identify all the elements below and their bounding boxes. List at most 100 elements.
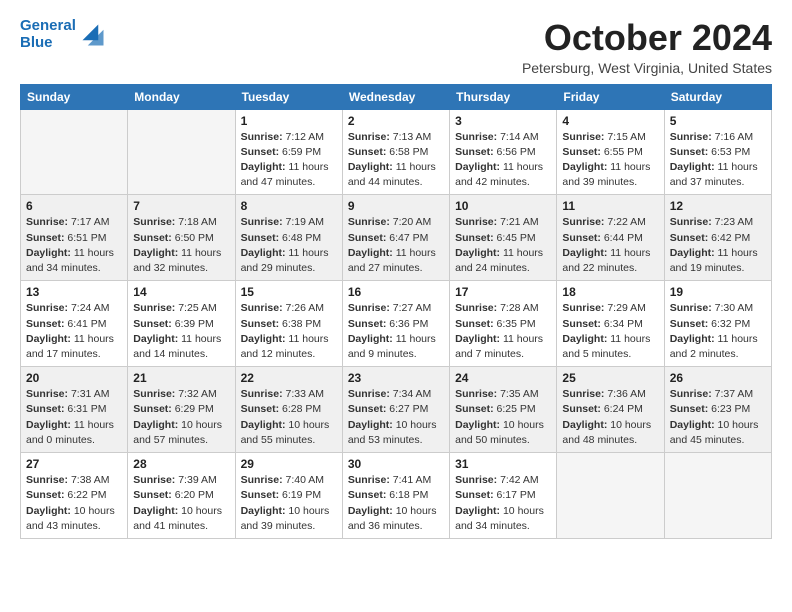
table-row: 16Sunrise: 7:27 AMSunset: 6:36 PMDayligh…	[342, 281, 449, 367]
day-number: 1	[241, 114, 337, 128]
day-number: 14	[133, 285, 229, 299]
col-saturday: Saturday	[664, 84, 771, 109]
table-row: 25 Sunrise: 7:36 AMSunset: 6:24 PMDayligh…	[557, 367, 664, 453]
day-number: 23	[348, 371, 444, 385]
col-tuesday: Tuesday	[235, 84, 342, 109]
day-number: 5	[670, 114, 766, 128]
day-number: 24	[455, 371, 551, 385]
table-row: 5 Sunrise: 7:16 AMSunset: 6:53 PMDaylight…	[664, 109, 771, 195]
day-info: Sunrise: 7:29 AMSunset: 6:34 PMDaylight:…	[562, 301, 658, 362]
day-number: 16	[348, 285, 444, 299]
day-number: 10	[455, 199, 551, 213]
day-info: Sunrise: 7:21 AMSunset: 6:45 PMDaylight:…	[455, 215, 551, 276]
table-row: 11Sunrise: 7:22 AMSunset: 6:44 PMDayligh…	[557, 195, 664, 281]
day-info: Sunrise: 7:20 AMSunset: 6:47 PMDaylight:…	[348, 215, 444, 276]
calendar-week-row: 13Sunrise: 7:24 AMSunset: 6:41 PMDayligh…	[21, 281, 772, 367]
calendar-header-row: Sunday Monday Tuesday Wednesday Thursday…	[21, 84, 772, 109]
col-friday: Friday	[557, 84, 664, 109]
table-row: 4 Sunrise: 7:15 AMSunset: 6:55 PMDaylight…	[557, 109, 664, 195]
day-number: 6	[26, 199, 122, 213]
day-info: Sunrise: 7:13 AMSunset: 6:58 PMDaylight:…	[348, 130, 444, 191]
day-info: Sunrise: 7:16 AMSunset: 6:53 PMDaylight:…	[670, 130, 766, 191]
day-info: Sunrise: 7:42 AMSunset: 6:17 PMDaylight:…	[455, 473, 551, 534]
table-row: 28 Sunrise: 7:39 AMSunset: 6:20 PMDayligh…	[128, 453, 235, 539]
table-row	[557, 453, 664, 539]
table-row: 30 Sunrise: 7:41 AMSunset: 6:18 PMDayligh…	[342, 453, 449, 539]
calendar-week-row: 20 Sunrise: 7:31 AMSunset: 6:31 PMDayligh…	[21, 367, 772, 453]
logo-blue: Blue	[20, 34, 53, 51]
day-info: Sunrise: 7:41 AMSunset: 6:18 PMDaylight:…	[348, 473, 444, 534]
table-row: 3 Sunrise: 7:14 AMSunset: 6:56 PMDaylight…	[450, 109, 557, 195]
table-row: 8Sunrise: 7:19 AMSunset: 6:48 PMDaylight…	[235, 195, 342, 281]
day-info: Sunrise: 7:30 AMSunset: 6:32 PMDaylight:…	[670, 301, 766, 362]
logo-text: General Blue	[20, 18, 76, 51]
day-info: Sunrise: 7:28 AMSunset: 6:35 PMDaylight:…	[455, 301, 551, 362]
day-info: Sunrise: 7:34 AMSunset: 6:27 PMDaylight:…	[348, 387, 444, 448]
col-thursday: Thursday	[450, 84, 557, 109]
day-number: 26	[670, 371, 766, 385]
table-row: 12Sunrise: 7:23 AMSunset: 6:42 PMDayligh…	[664, 195, 771, 281]
day-number: 19	[670, 285, 766, 299]
day-number: 2	[348, 114, 444, 128]
day-info: Sunrise: 7:25 AMSunset: 6:39 PMDaylight:…	[133, 301, 229, 362]
title-block: October 2024 Petersburg, West Virginia, …	[522, 18, 772, 76]
table-row: 15 Sunrise: 7:26 AMSunset: 6:38 PMDayligh…	[235, 281, 342, 367]
col-sunday: Sunday	[21, 84, 128, 109]
table-row: 27Sunrise: 7:38 AMSunset: 6:22 PMDayligh…	[21, 453, 128, 539]
day-number: 4	[562, 114, 658, 128]
table-row: 20 Sunrise: 7:31 AMSunset: 6:31 PMDayligh…	[21, 367, 128, 453]
day-number: 9	[348, 199, 444, 213]
header: General Blue October 2024 Petersburg, We…	[20, 18, 772, 76]
col-monday: Monday	[128, 84, 235, 109]
table-row: 17 Sunrise: 7:28 AMSunset: 6:35 PMDayligh…	[450, 281, 557, 367]
day-number: 22	[241, 371, 337, 385]
day-number: 15	[241, 285, 337, 299]
day-info: Sunrise: 7:39 AMSunset: 6:20 PMDaylight:…	[133, 473, 229, 534]
table-row: 31 Sunrise: 7:42 AMSunset: 6:17 PMDayligh…	[450, 453, 557, 539]
table-row: 10 Sunrise: 7:21 AMSunset: 6:45 PMDayligh…	[450, 195, 557, 281]
table-row: 7 Sunrise: 7:18 AMSunset: 6:50 PMDaylight…	[128, 195, 235, 281]
day-number: 12	[670, 199, 766, 213]
calendar-week-row: 27Sunrise: 7:38 AMSunset: 6:22 PMDayligh…	[21, 453, 772, 539]
logo-icon	[79, 21, 107, 49]
day-number: 7	[133, 199, 229, 213]
table-row: 24 Sunrise: 7:35 AMSunset: 6:25 PMDayligh…	[450, 367, 557, 453]
calendar-week-row: 1Sunrise: 7:12 AMSunset: 6:59 PMDaylight…	[21, 109, 772, 195]
day-number: 30	[348, 457, 444, 471]
table-row: 6 Sunrise: 7:17 AMSunset: 6:51 PMDaylight…	[21, 195, 128, 281]
day-info: Sunrise: 7:14 AMSunset: 6:56 PMDaylight:…	[455, 130, 551, 191]
day-info: Sunrise: 7:18 AMSunset: 6:50 PMDaylight:…	[133, 215, 229, 276]
day-info: Sunrise: 7:22 AMSunset: 6:44 PMDaylight:…	[562, 215, 658, 276]
day-number: 18	[562, 285, 658, 299]
location: Petersburg, West Virginia, United States	[522, 60, 772, 76]
day-info: Sunrise: 7:31 AMSunset: 6:31 PMDaylight:…	[26, 387, 122, 448]
table-row: 9 Sunrise: 7:20 AMSunset: 6:47 PMDaylight…	[342, 195, 449, 281]
table-row: 29Sunrise: 7:40 AMSunset: 6:19 PMDayligh…	[235, 453, 342, 539]
day-info: Sunrise: 7:17 AMSunset: 6:51 PMDaylight:…	[26, 215, 122, 276]
table-row	[21, 109, 128, 195]
page: General Blue October 2024 Petersburg, We…	[0, 0, 792, 557]
day-number: 20	[26, 371, 122, 385]
logo-general: General	[20, 17, 76, 34]
day-number: 13	[26, 285, 122, 299]
table-row	[128, 109, 235, 195]
day-info: Sunrise: 7:35 AMSunset: 6:25 PMDaylight:…	[455, 387, 551, 448]
table-row: 19 Sunrise: 7:30 AMSunset: 6:32 PMDayligh…	[664, 281, 771, 367]
month-title: October 2024	[522, 18, 772, 58]
table-row	[664, 453, 771, 539]
day-number: 28	[133, 457, 229, 471]
day-info: Sunrise: 7:26 AMSunset: 6:38 PMDaylight:…	[241, 301, 337, 362]
day-number: 31	[455, 457, 551, 471]
day-info: Sunrise: 7:40 AMSunset: 6:19 PMDaylight:…	[241, 473, 337, 534]
day-number: 17	[455, 285, 551, 299]
day-info: Sunrise: 7:37 AMSunset: 6:23 PMDaylight:…	[670, 387, 766, 448]
calendar-table: Sunday Monday Tuesday Wednesday Thursday…	[20, 84, 772, 539]
day-number: 25	[562, 371, 658, 385]
day-number: 3	[455, 114, 551, 128]
day-info: Sunrise: 7:36 AMSunset: 6:24 PMDaylight:…	[562, 387, 658, 448]
table-row: 26 Sunrise: 7:37 AMSunset: 6:23 PMDayligh…	[664, 367, 771, 453]
table-row: 14 Sunrise: 7:25 AMSunset: 6:39 PMDayligh…	[128, 281, 235, 367]
table-row: 13Sunrise: 7:24 AMSunset: 6:41 PMDayligh…	[21, 281, 128, 367]
day-info: Sunrise: 7:33 AMSunset: 6:28 PMDaylight:…	[241, 387, 337, 448]
day-info: Sunrise: 7:15 AMSunset: 6:55 PMDaylight:…	[562, 130, 658, 191]
